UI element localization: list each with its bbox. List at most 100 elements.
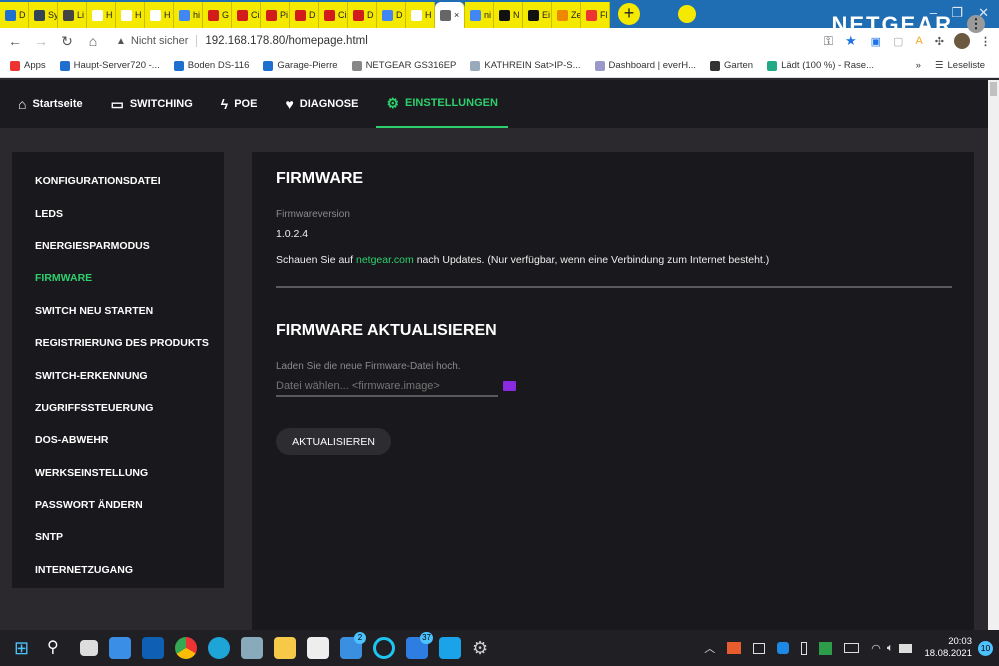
back-button[interactable]: ← [2,33,28,49]
nav-poe[interactable]: ϟ POE [211,80,268,128]
tab[interactable]: H [87,2,116,28]
menu-icon[interactable]: ⋮ [980,35,991,48]
profile-avatar[interactable] [954,33,970,49]
tab[interactable]: ni [465,2,494,28]
sidebar-item[interactable]: FIRMWARE [12,262,224,294]
bookmark[interactable]: Garten [710,60,753,71]
bookmarks-overflow-button[interactable]: » [916,60,921,71]
tab[interactable]: Ci [232,2,261,28]
update-button[interactable]: AKTUALISIEREN [276,428,391,455]
chevron-up-icon[interactable]: ︿ [704,640,715,656]
folder-icon[interactable] [503,381,516,391]
sidebar-item[interactable]: WERKSEINSTELLUNG [12,457,224,489]
close-tab-button[interactable]: × [454,10,459,20]
forward-button[interactable]: → [28,33,54,49]
security-indicator[interactable]: Nicht sicher [131,35,188,47]
sidebar-item[interactable]: ZUGRIFFSSTEUERUNG [12,392,224,424]
bookmark[interactable]: Boden DS-116 [173,60,249,71]
tab-search-icon[interactable] [678,5,696,23]
bookmark[interactable]: Haupt-Server720 -... [59,60,160,71]
mail-icon[interactable]: 2 [340,632,366,659]
alexa-icon[interactable] [373,637,395,659]
chrome-icon[interactable] [175,637,197,659]
tab[interactable]: Ei [523,2,552,28]
netgear-link[interactable]: netgear.com [356,254,414,266]
tab[interactable]: Ze [552,2,581,28]
volume-icon[interactable]: 🔈︎ [887,642,894,655]
tab[interactable]: Fl [581,2,610,28]
battery-icon[interactable] [899,643,913,653]
nav-diagnose[interactable]: ♥ DIAGNOSE [275,80,368,128]
tab-active[interactable]: × [435,2,465,28]
tab[interactable]: Pi [261,2,290,28]
sidebar-item[interactable]: SWITCH NEU STARTEN [12,295,224,327]
bookmark[interactable]: Lädt (100 %) - Rase... [767,60,874,71]
tray-app-icon[interactable] [727,642,742,654]
maximize-button[interactable]: ❐ [951,5,963,21]
bookmark[interactable]: KATHREIN Sat>IP-S... [470,60,581,71]
tray-display-icon[interactable] [753,642,766,654]
tab[interactable]: H [145,2,174,28]
tab[interactable]: H [406,2,435,28]
tab-label: H [135,10,142,20]
sidebar-item[interactable]: SWITCH-ERKENNUNG [12,359,224,391]
tab[interactable]: D [348,2,377,28]
usb-icon[interactable] [801,641,808,655]
todo-icon[interactable]: 37 [406,632,433,659]
sidebar-item[interactable]: SNTP [12,521,224,553]
sidebar-item[interactable]: DOS-ABWEHR [12,424,224,456]
task-view-icon[interactable] [80,640,98,656]
explorer-icon[interactable] [274,637,296,659]
tab[interactable]: D [290,2,319,28]
home-button[interactable]: ⌂ [80,33,106,49]
widgets-icon[interactable] [109,637,131,659]
defender-icon[interactable] [777,642,790,654]
sidebar-item[interactable]: LEDS [12,197,224,229]
search-icon[interactable]: ⚲ [47,637,69,659]
nav-switching[interactable]: ▭ SWITCHING [101,80,203,128]
clock[interactable]: 20:03 18.08.2021 [924,636,972,660]
settings-icon[interactable]: ⚙ [472,637,494,659]
url-input[interactable]: 192.168.178.80/homepage.html [196,35,368,47]
tab[interactable]: G [203,2,232,28]
sidebar-item[interactable]: INTERNETZUGANG [12,554,224,586]
nav-einstellungen[interactable]: ⚙ EINSTELLUNGEN [376,80,508,128]
bookmark[interactable]: NETGEAR GS316EP [351,60,456,71]
notification-badge[interactable]: 10 [978,640,993,656]
tab[interactable]: Sy [29,2,58,28]
tab[interactable]: hi [174,2,203,28]
outlook-icon[interactable] [142,637,164,659]
bookmark[interactable]: Garage-Pierre [263,60,338,71]
bookmark[interactable]: Dashboard | everH... [594,60,696,71]
start-icon[interactable]: ⊞ [14,637,36,659]
new-tab-button[interactable]: + [618,3,640,25]
nav-startseite[interactable]: ⌂ Startseite [8,80,93,128]
tab[interactable]: Ci [319,2,348,28]
tab[interactable]: N [494,2,523,28]
tab-favicon-icon [411,9,422,21]
tab[interactable]: Li [58,2,87,28]
tab[interactable]: D [377,2,406,28]
sidebar-item[interactable]: REGISTRIERUNG DES PRODUKTS [12,327,224,359]
sidebar-item[interactable]: KONFIGURATIONSDATEI [12,165,224,197]
edge-icon[interactable] [208,637,230,659]
reload-button[interactable]: ↻ [54,33,80,50]
tab-favicon-icon [179,9,190,21]
tab[interactable]: H [116,2,145,28]
sidebar-item[interactable]: PASSWORT ÄNDERN [12,489,224,521]
page-scrollbar[interactable] [988,80,999,630]
firmware-file-input[interactable] [276,376,498,397]
tray-green-icon[interactable] [819,641,833,655]
firmware-version-label: Firmwareversion [276,209,350,220]
tab[interactable]: D [0,2,29,28]
app-icon[interactable] [439,637,461,659]
wifi-icon[interactable]: ◠ [871,642,881,655]
sidebar-item[interactable]: ENERGIESPARMODUS [12,230,224,262]
reading-list-button[interactable]: ☰ Leseliste [935,60,985,71]
store-icon[interactable] [307,637,329,659]
keyboard-icon[interactable] [844,643,860,653]
photos-icon[interactable] [241,637,263,659]
apps-shortcut[interactable]: Apps [10,60,46,71]
tab-favicon-icon [5,9,16,21]
more-options-icon[interactable]: ⋮ [967,15,985,33]
